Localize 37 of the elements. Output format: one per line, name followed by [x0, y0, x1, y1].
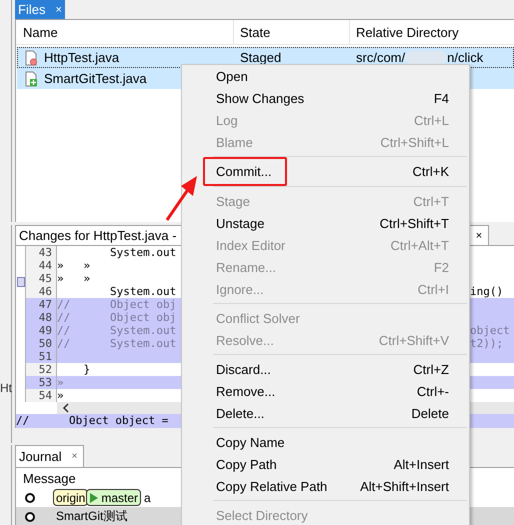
line-number: 50	[25, 337, 57, 350]
line-number: 51	[25, 350, 57, 363]
code-text: »	[57, 376, 64, 389]
line-number: 44	[25, 259, 57, 272]
file-name: SmartGitTest.java	[44, 71, 147, 86]
code-text: » »	[57, 272, 90, 285]
line-number: 45	[25, 272, 57, 285]
code-text: // Object obj	[57, 298, 176, 311]
commit-message: a	[144, 490, 151, 504]
directory-path: src/com/	[356, 50, 406, 65]
branch-label: master	[86, 489, 142, 506]
line-number: 54	[25, 389, 57, 402]
code-text: // System.out	[57, 324, 176, 337]
code-text: System.out	[108, 246, 176, 259]
code-text: // Object object =	[16, 414, 168, 427]
line-number: 43	[25, 246, 57, 259]
code-text: t2));	[470, 337, 504, 350]
directory-path: n/click	[447, 50, 484, 65]
panel-label: Ht	[0, 381, 12, 395]
line-number: 46	[25, 285, 57, 298]
line-number: 48	[25, 311, 57, 324]
branch-label: origin	[53, 489, 88, 506]
commit-message: SmartGit测试	[56, 508, 128, 525]
code-text: System.out	[108, 285, 176, 298]
code-text: »	[57, 389, 64, 402]
line-number: 47	[25, 298, 57, 311]
line-number: 49	[25, 324, 57, 337]
file-state: Staged	[240, 50, 282, 65]
code-text: object	[470, 324, 510, 337]
code-text: ing()	[470, 285, 504, 298]
line-number: 52	[25, 363, 57, 376]
file-name: HttpTest.java	[44, 50, 120, 65]
code-text: // Object obj	[57, 311, 176, 324]
code-text: // System.out	[57, 337, 176, 350]
code-text: }	[82, 363, 90, 376]
line-number: 53	[25, 376, 57, 389]
code-text: » »	[57, 259, 90, 272]
